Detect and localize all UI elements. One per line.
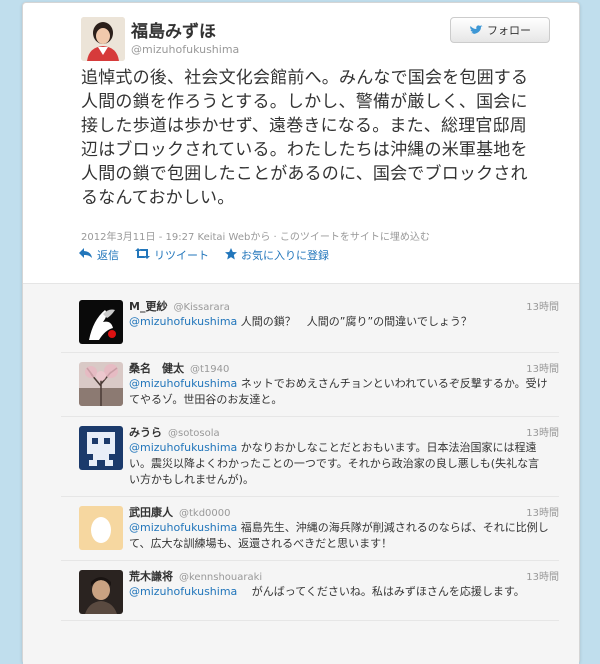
tweet-text: 追悼式の後、社会文化会館前へ。みんなで国会を包囲する人間の鎖を作ろうとする。しか… [81,68,529,208]
tweet-card: 福島みずほ @mizuhofukushima フォロー 追悼式の後、社会文化会館… [22,2,580,664]
reply-icon [79,248,93,262]
author-name[interactable]: 福島みずほ [131,17,216,42]
reply-body: 人間の鎖？ 人間の”腐り”の間違いでしょう？ [237,315,472,328]
main-tweet: 福島みずほ @mizuhofukushima フォロー 追悼式の後、社会文化会館… [23,3,579,285]
reply-author[interactable]: みうら @sotosola [129,424,220,440]
reply-item[interactable]: 荒木謙将 @kennshouaraki 13時間 @mizuhofukushima… [61,560,559,621]
reply-time[interactable]: 13時間 [526,360,559,375]
reply-name: 桑名 健太 [129,362,184,375]
tweet-meta: 2012年3月11日 - 19:27 Keitai Webから · このツイート… [81,228,430,243]
favorite-button[interactable]: お気に入りに登録 [225,247,329,263]
reply-time[interactable]: 13時間 [526,568,559,583]
reply-author[interactable]: 荒木謙将 @kennshouaraki [129,568,262,584]
reply-text: @mizuhofukushima 人間の鎖？ 人間の”腐り”の間違いでしょう？ [129,314,549,330]
reply-button[interactable]: 返信 [79,247,119,263]
embed-link[interactable]: このツイートをサイトに埋め込む [280,232,430,243]
tweet-source[interactable]: Keitai Webから [198,232,271,243]
retweet-button[interactable]: リツイート [135,247,209,263]
reply-mention[interactable]: @mizuhofukushima [129,585,237,598]
reply-author[interactable]: 桑名 健太 @t1940 [129,360,229,376]
reply-name: M_更紗 [129,300,168,313]
replies-list: M_更紗 @Kissarara 13時間 @mizuhofukushima 人間の… [23,283,579,664]
reply-mention[interactable]: @mizuhofukushima [129,377,237,390]
reply-label: 返信 [97,249,119,262]
reply-avatar[interactable] [79,570,123,614]
reply-handle: @tkd0000 [179,508,231,519]
reply-handle: @kennshouaraki [179,572,263,583]
follow-button[interactable]: フォロー [450,17,550,43]
tweet-actions: 返信 リツイート お気に入りに登録 [79,247,329,263]
reply-text: @mizuhofukushima 福島先生、沖縄の海兵隊が削減されるのならば、そ… [129,520,549,552]
twitter-bird-icon [469,25,483,35]
reply-mention[interactable]: @mizuhofukushima [129,315,237,328]
reply-time[interactable]: 13時間 [526,504,559,519]
reply-name: 荒木謙将 [129,570,173,583]
reply-item[interactable]: 武田康人 @tkd0000 13時間 @mizuhofukushima 福島先生、… [61,496,559,561]
tweet-timestamp[interactable]: 2012年3月11日 - 19:27 [81,232,194,243]
reply-handle: @t1940 [190,364,230,375]
reply-handle: @Kissarara [173,302,230,313]
reply-author[interactable]: M_更紗 @Kissarara [129,298,230,314]
reply-item[interactable]: 桑名 健太 @t1940 13時間 @mizuhofukushima ネットでおめ… [61,352,559,417]
reply-avatar[interactable] [79,362,123,406]
reply-body: がんばってくださいね。私はみずほさんを応援します。 [237,585,525,598]
reply-mention[interactable]: @mizuhofukushima [129,521,237,534]
reply-item[interactable]: M_更紗 @Kissarara 13時間 @mizuhofukushima 人間の… [61,290,559,353]
retweet-label: リツイート [154,249,209,262]
reply-name: みうら [129,426,162,439]
reply-avatar[interactable] [79,426,123,470]
reply-text: @mizuhofukushima がんばってくださいね。私はみずほさんを応援しま… [129,584,549,600]
author-handle[interactable]: @mizuhofukushima [131,43,239,56]
reply-time[interactable]: 13時間 [526,298,559,313]
reply-name: 武田康人 [129,506,173,519]
reply-item[interactable]: みうら @sotosola 13時間 @mizuhofukushima かなりおか… [61,416,559,497]
favorite-label: お気に入りに登録 [241,249,329,262]
reply-avatar[interactable] [79,300,123,344]
reply-mention[interactable]: @mizuhofukushima [129,441,237,454]
follow-label: フォロー [487,24,531,37]
reply-text: @mizuhofukushima ネットでおめえさんチョンといわれているぞ反撃す… [129,376,549,408]
reply-author[interactable]: 武田康人 @tkd0000 [129,504,231,520]
author-avatar[interactable] [81,17,125,61]
reply-handle: @sotosola [168,428,220,439]
reply-avatar[interactable] [79,506,123,550]
star-icon [225,247,237,263]
reply-text: @mizuhofukushima かなりおかしなことだとおもいます。日本法治国家… [129,440,549,488]
retweet-icon [135,248,150,262]
reply-time[interactable]: 13時間 [526,424,559,439]
